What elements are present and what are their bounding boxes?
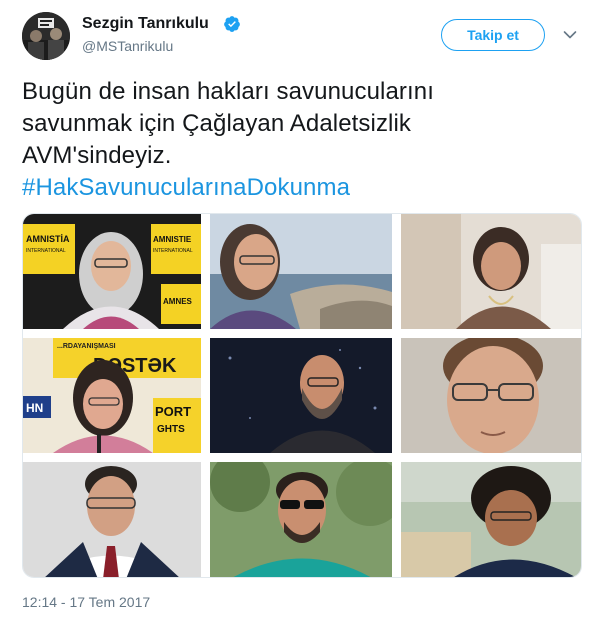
tweet-text-line: savunmak için Çağlayan Adaletsizlik [22, 110, 412, 137]
tweet-timestamp[interactable]: 12:14 - 17 Tem 2017 [22, 594, 150, 610]
sign-text: INTERNATIONAL [26, 248, 66, 254]
photo-tile[interactable] [210, 462, 392, 577]
tweet-text-line: AVM'sindeyiz. [22, 142, 172, 169]
photo-tile[interactable] [401, 462, 581, 577]
sign-text: AMNISTİA [26, 234, 70, 244]
sign-text: INTERNATIONAL [153, 248, 193, 254]
tweet-text-line: Bugün de insan hakları savunucularını [22, 78, 434, 105]
sign-text: GHTS [157, 424, 185, 435]
author-name[interactable]: Sezgin Tanrıkulu [82, 15, 209, 33]
photo-tile[interactable] [210, 338, 392, 453]
photo-tile[interactable]: AMNISTİA INTERNATIONAL AMNISTIE INTERNAT… [23, 214, 201, 329]
photo-grid: AMNISTİA INTERNATIONAL AMNISTIE INTERNAT… [22, 213, 582, 578]
sign-text: AMNES [163, 297, 193, 306]
photo-tile[interactable] [210, 214, 392, 329]
avatar[interactable] [22, 12, 70, 60]
sign-text: PORT [155, 404, 191, 419]
banner-text: ...RDAYANIŞMASI [57, 343, 116, 350]
chevron-down-icon[interactable] [563, 30, 577, 40]
verified-badge-icon [224, 16, 240, 32]
photo-tile[interactable]: ...RDAYANIŞMASI DƏSTƏK HN PORT GHTS [23, 338, 201, 453]
author-handle[interactable]: @MSTanrikulu [82, 38, 173, 54]
photo-tile[interactable] [401, 214, 581, 329]
tweet-text: Bugün de insan hakları savunucularını sa… [22, 76, 592, 204]
follow-button[interactable]: Takip et [441, 19, 545, 51]
tweet-card: Sezgin Tanrıkulu @MSTanrikulu Takip et B… [0, 0, 605, 622]
photo-tile[interactable] [23, 462, 201, 577]
hashtag-link[interactable]: #HakSavunucularınaDokunma [22, 172, 592, 204]
sign-text: HN [26, 401, 43, 415]
sign-text: AMNISTIE [153, 235, 192, 244]
photo-tile[interactable] [401, 338, 581, 453]
